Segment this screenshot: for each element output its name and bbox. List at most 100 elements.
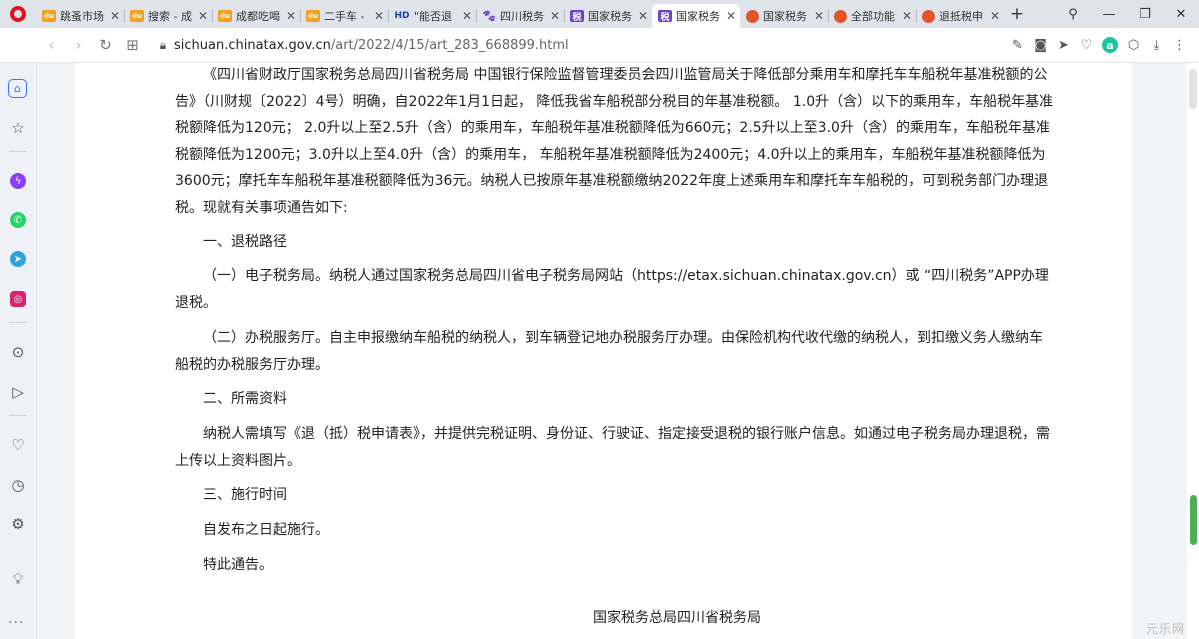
tab-title: "能否退 [414,10,453,23]
tab-title: 二手车 - [324,10,365,23]
tab-title: 全部功能 [851,10,895,23]
edit-icon[interactable]: ✎ [1006,38,1029,53]
window-controls: ⚲ — ❐ ✕ [1055,0,1199,28]
opera-menu-button[interactable] [0,0,36,28]
browser-tab[interactable]: 税国家税务 ✕ [652,4,740,28]
article: 《四川省财政厅国家税务总局四川省税务局 中国银行保险监督管理委员会四川监管局关于… [75,63,1132,639]
materials-text: 纳税人需填写《退（抵）税申请表》，并提供完税证明、身份证、行驶证、指定接受退税的… [175,426,1050,469]
settings-icon[interactable]: ⚙ [7,513,29,535]
browser-tab[interactable]: HD "能否退 ✕ [388,4,476,28]
tab-close-icon[interactable]: ✕ [286,9,296,23]
minimize-button[interactable]: — [1091,7,1127,22]
telegram-icon[interactable]: ➤ [7,248,29,270]
browser-tab[interactable]: 🐾︎ 四川税务 ✕ [476,4,564,28]
section-heading-materials: 二、所需资料 [203,391,287,407]
url-host: sichuan.chinatax.gov.cn [174,37,331,53]
browser-tab[interactable]: 税国家税务 ✕ [564,4,652,28]
issuer-signature: 国家税务总局四川省税务局 [593,610,761,626]
forward-button[interactable]: › [65,36,92,54]
browser-tab[interactable]: 退抵税申 ✕ [916,4,1004,28]
tips-lightbulb-icon[interactable]: 💡︎ [7,568,29,590]
tab-title: 退抵税申 [939,10,983,23]
tab-close-icon[interactable]: ✕ [814,9,824,23]
tab-close-icon[interactable]: ✕ [550,9,560,23]
shield-favicon-icon [922,9,935,23]
send-icon[interactable]: ➤ [1052,38,1075,53]
whatsapp-icon[interactable]: ✆ [7,209,29,231]
shield-favicon-icon [746,9,759,23]
hd-favicon-icon: HD [394,11,410,21]
tab-title: 跳蚤市场 [60,10,104,23]
home-icon[interactable]: ⌂ [8,79,27,98]
bookmarks-heart-icon[interactable]: ♡ [7,434,29,456]
opera-logo-icon [10,6,26,22]
browser-tab[interactable]: du 搜索 - 成 ✕ [124,4,212,28]
tab-close-icon[interactable]: ✕ [990,9,1000,23]
reload-button[interactable]: ↻ [92,36,119,54]
tab-title: 四川税务 [500,10,544,23]
effective-text: 自发布之日起施行。 [203,522,329,538]
back-button[interactable]: ‹ [38,36,65,54]
tab-close-icon[interactable]: ✕ [374,9,384,23]
section-heading-refund-path: 一、退税路径 [203,234,287,250]
section-heading-effective: 三、施行时间 [203,487,287,503]
shield-favicon-icon [834,9,847,23]
messenger-icon[interactable]: ϟ [7,170,29,192]
browser-tab[interactable]: du 跳蚤市场 ✕ [36,4,124,28]
tab-title: 国家税务 [588,10,632,23]
sidebar: ⌂ ☆ ϟ ✆ ➤ ◎ ⊙ ▷ ♡ ◷ ⚙ 💡︎ ··· [0,63,37,639]
url-field[interactable]: sichuan.chinatax.gov.cn/art/2022/4/15/ar… [174,38,1006,53]
search-tabs-icon[interactable]: ⚲ [1055,7,1091,22]
star-icon[interactable]: ☆ [7,117,29,139]
menu-icon[interactable]: ⋮ [1168,38,1191,53]
tab-list: du 跳蚤市场 ✕ du 搜索 - 成 ✕ du 成都吃喝 ✕ du 二手车 - ✕ HD "能否退 ✕ 🐾︎… [36,0,1004,28]
restore-button[interactable]: ❐ [1127,7,1163,22]
new-tab-button[interactable]: + [1004,4,1030,24]
heart-icon[interactable]: ♡ [1075,38,1098,53]
baidu-favicon-icon: du [306,10,320,22]
scrollbar-thumb[interactable] [1190,495,1197,545]
speed-dial-icon[interactable]: ⊞ [119,36,146,54]
tab-close-icon[interactable]: ✕ [198,9,208,23]
sidebar-divider [9,322,27,323]
url-path: /art/2022/4/15/art_283_668899.html [330,37,569,53]
refund-item-online: （一）电子税务局。纳税人通过国家税务总局四川省电子税务局网站（https://e… [175,268,1049,311]
address-bar: ‹ › ↻ ⊞ 🔒︎ sichuan.chinatax.gov.cn/art/2… [0,28,1199,63]
history-icon[interactable]: ◷ [7,474,29,496]
tab-title: 成都吃喝 [236,10,280,23]
aria-icon[interactable]: a [1102,37,1118,53]
instagram-icon[interactable]: ◎ [7,288,29,310]
page-scrollbar[interactable] [1187,63,1199,639]
watermark: 元乐网 [1145,622,1185,636]
download-icon[interactable]: ⤓ [1145,38,1168,53]
refund-item-office: （二）办税服务厅。自主申报缴纳车船税的纳税人，到车辆登记地办税服务厅办理。由保险… [175,330,1043,373]
extensions-icon[interactable]: ⬡ [1122,38,1145,53]
browser-tab[interactable]: du 成都吃喝 ✕ [212,4,300,28]
lock-icon[interactable]: 🔒︎ [152,38,174,53]
tab-close-icon[interactable]: ✕ [110,9,120,23]
player-icon[interactable]: ⊙ [7,341,29,363]
sidebar-divider [9,415,27,416]
tab-close-icon[interactable]: ✕ [638,9,648,23]
tab-title: 搜索 - 成 [148,10,192,23]
paw-favicon-icon: 🐾︎ [481,9,497,23]
tab-close-icon[interactable]: ✕ [902,9,912,23]
tab-close-icon[interactable]: ✕ [726,9,736,23]
close-window-button[interactable]: ✕ [1163,7,1199,22]
browser-tab[interactable]: du 二手车 - ✕ [300,4,388,28]
tab-title: 国家税务 [676,10,720,23]
article-intro: 《四川省财政厅国家税务总局四川省税务局 中国银行保险监督管理委员会四川监管局关于… [175,67,1054,216]
more-icon[interactable]: ··· [8,615,24,631]
flow-icon[interactable]: ▷ [7,381,29,403]
tab-title: 国家税务 [763,10,807,23]
closing-text: 特此通告。 [203,557,273,573]
browser-tab[interactable]: 全部功能 ✕ [828,4,916,28]
baidu-favicon-icon: du [130,10,144,22]
tax-favicon-icon: 税 [658,10,672,23]
tab-close-icon[interactable]: ✕ [462,9,472,23]
sidebar-divider [9,151,27,152]
camera-icon[interactable]: ◙ [1029,38,1052,53]
baidu-favicon-icon: du [42,10,56,22]
browser-tab[interactable]: 国家税务 ✕ [740,4,828,28]
tax-favicon-icon: 税 [570,10,584,23]
